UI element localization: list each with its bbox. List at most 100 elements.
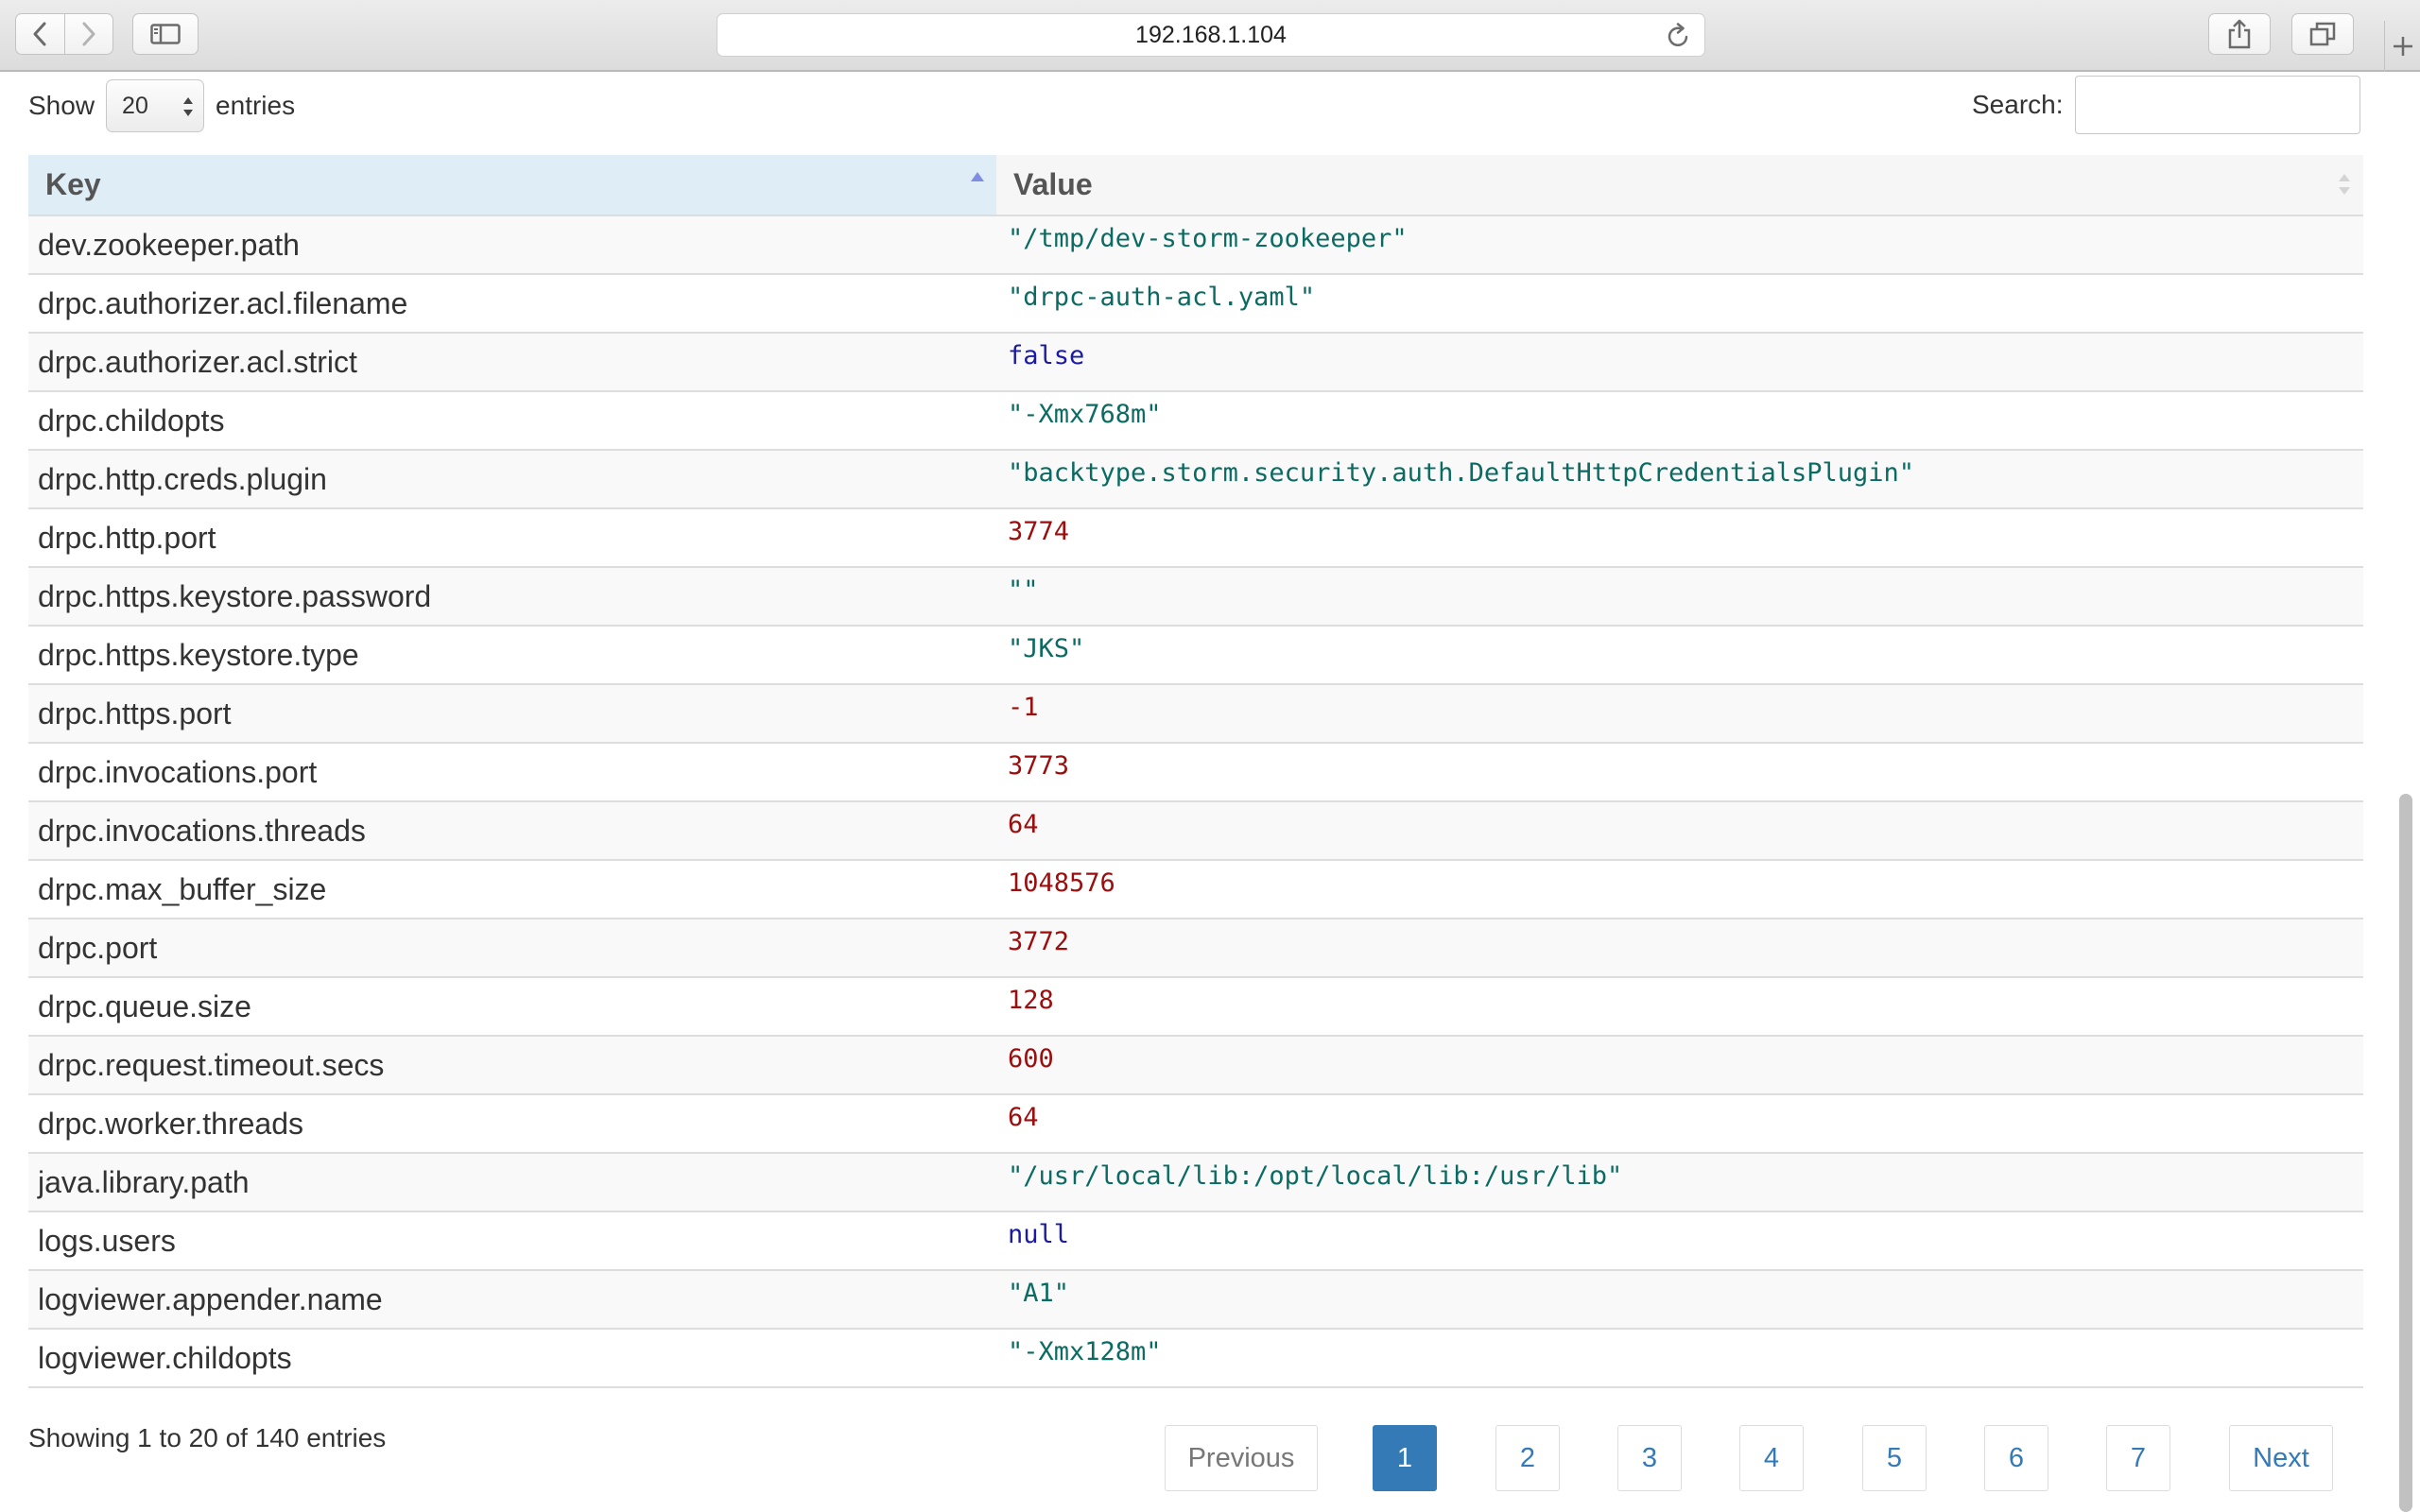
table-row: drpc.http.port 3774 (28, 508, 2363, 568)
config-key-cell: drpc.request.timeout.secs (28, 1036, 996, 1095)
chevron-right-icon (82, 22, 95, 46)
column-header-key-label: Key (45, 167, 101, 201)
new-tab-button[interactable] (2384, 21, 2420, 72)
config-key-cell: drpc.authorizer.acl.strict (28, 333, 996, 392)
config-value-cell: null (996, 1211, 2363, 1271)
config-key-cell: drpc.max_buffer_size (28, 860, 996, 919)
config-value-cell: "/tmp/dev-storm-zookeeper" (996, 215, 2363, 275)
config-value-cell: "A1" (996, 1270, 2363, 1330)
history-nav-group (15, 13, 113, 55)
sort-both-icon (2339, 174, 2350, 195)
table-row: drpc.https.keystore.password "" (28, 567, 2363, 627)
plus-icon (2393, 37, 2412, 56)
config-key-cell: drpc.http.port (28, 508, 996, 568)
table-row: java.library.path "/usr/local/lib:/opt/lo… (28, 1153, 2363, 1212)
table-header-row: Key Value (28, 155, 2363, 216)
tabs-overview-icon (2309, 22, 2336, 46)
address-bar-url: 192.168.1.104 (1135, 21, 1287, 48)
table-row: drpc.max_buffer_size 1048576 (28, 860, 2363, 919)
config-key-cell: drpc.http.creds.plugin (28, 450, 996, 509)
table-row: drpc.authorizer.acl.filename "drpc-auth-a… (28, 274, 2363, 334)
chevron-left-icon (33, 22, 46, 46)
config-value-cell: "/usr/local/lib:/opt/local/lib:/usr/lib" (996, 1153, 2363, 1212)
config-key-cell: logs.users (28, 1211, 996, 1271)
table-row: logs.users null (28, 1211, 2363, 1271)
reload-icon[interactable] (1667, 23, 1691, 49)
config-value-cell: false (996, 333, 2363, 392)
entries-per-page-value: 20 (122, 92, 148, 119)
column-header-value[interactable]: Value (996, 155, 2363, 216)
table-row: drpc.https.port -1 (28, 684, 2363, 744)
search-label: Search: (1972, 90, 2064, 119)
column-header-value-label: Value (1013, 167, 1093, 201)
page-scrollbar-thumb[interactable] (2399, 794, 2412, 1512)
config-key-cell: logviewer.childopts (28, 1329, 996, 1388)
forward-button[interactable] (63, 14, 112, 54)
back-button[interactable] (16, 14, 64, 54)
config-key-cell: drpc.https.keystore.password (28, 567, 996, 627)
column-header-key[interactable]: Key (28, 155, 996, 216)
sidebar-icon (150, 24, 181, 44)
entries-length-control: Show 20 entries (28, 79, 295, 132)
page-button-5[interactable]: 5 (1862, 1425, 1927, 1491)
sidebar-toggle-button[interactable] (132, 13, 199, 55)
page-button-3[interactable]: 3 (1617, 1425, 1682, 1491)
config-value-cell: -1 (996, 684, 2363, 744)
browser-toolbar: 192.168.1.104 (0, 0, 2420, 72)
config-value-cell: 64 (996, 1094, 2363, 1154)
table-body: dev.zookeeper.path "/tmp/dev-storm-zookee… (28, 215, 2363, 1388)
config-table: Key Value dev.zookeeper.path "/tmp/dev-st… (28, 155, 2363, 1388)
table-row: drpc.invocations.port 3773 (28, 743, 2363, 802)
table-row: dev.zookeeper.path "/tmp/dev-storm-zookee… (28, 215, 2363, 275)
config-key-cell: drpc.worker.threads (28, 1094, 996, 1154)
config-value-cell: 3773 (996, 743, 2363, 802)
config-value-cell: "-Xmx768m" (996, 391, 2363, 451)
table-row: drpc.port 3772 (28, 919, 2363, 978)
table-row: drpc.invocations.threads 64 (28, 801, 2363, 861)
table-row: drpc.https.keystore.type "JKS" (28, 626, 2363, 685)
address-bar[interactable]: 192.168.1.104 (717, 13, 1705, 57)
share-button[interactable] (2208, 13, 2271, 55)
table-row: logviewer.childopts "-Xmx128m" (28, 1329, 2363, 1388)
pagination: Previous 1 2 3 4 5 6 7 Next (0, 1425, 2420, 1491)
page-button-2[interactable]: 2 (1495, 1425, 1560, 1491)
config-value-cell: 600 (996, 1036, 2363, 1095)
share-icon (2228, 19, 2251, 49)
config-value-cell: 3774 (996, 508, 2363, 568)
config-key-cell: drpc.queue.size (28, 977, 996, 1037)
entries-per-page-select[interactable]: 20 (106, 79, 205, 132)
search-input[interactable] (2074, 76, 2360, 134)
config-value-cell: "" (996, 567, 2363, 627)
entries-label: entries (216, 91, 296, 120)
config-key-cell: drpc.port (28, 919, 996, 978)
table-row: drpc.authorizer.acl.strict false (28, 333, 2363, 392)
config-value-cell: 128 (996, 977, 2363, 1037)
config-key-cell: drpc.invocations.port (28, 743, 996, 802)
previous-page-button[interactable]: Previous (1165, 1425, 1318, 1491)
table-row: drpc.queue.size 128 (28, 977, 2363, 1037)
config-value-cell: "backtype.storm.security.auth.DefaultHtt… (996, 450, 2363, 509)
config-key-cell: java.library.path (28, 1153, 996, 1212)
table-row: drpc.worker.threads 64 (28, 1094, 2363, 1154)
config-value-cell: "-Xmx128m" (996, 1329, 2363, 1388)
page-button-1[interactable]: 1 (1373, 1425, 1437, 1491)
table-search-control: Search: (1972, 76, 2360, 134)
table-row: drpc.childopts "-Xmx768m" (28, 391, 2363, 451)
table-row: drpc.request.timeout.secs 600 (28, 1036, 2363, 1095)
config-key-cell: logviewer.appender.name (28, 1270, 996, 1330)
sort-ascending-icon (971, 172, 984, 181)
show-tabs-button[interactable] (2291, 13, 2354, 55)
config-key-cell: drpc.https.port (28, 684, 996, 744)
show-label: Show (28, 91, 95, 120)
config-key-cell: dev.zookeeper.path (28, 215, 996, 275)
config-key-cell: drpc.https.keystore.type (28, 626, 996, 685)
select-arrows-icon (183, 97, 194, 116)
page-button-6[interactable]: 6 (1984, 1425, 2048, 1491)
config-value-cell: 1048576 (996, 860, 2363, 919)
next-page-button[interactable]: Next (2229, 1425, 2333, 1491)
page-button-7[interactable]: 7 (2106, 1425, 2170, 1491)
table-row: logviewer.appender.name "A1" (28, 1270, 2363, 1330)
config-value-cell: "drpc-auth-acl.yaml" (996, 274, 2363, 334)
config-key-cell: drpc.authorizer.acl.filename (28, 274, 996, 334)
page-button-4[interactable]: 4 (1739, 1425, 1804, 1491)
